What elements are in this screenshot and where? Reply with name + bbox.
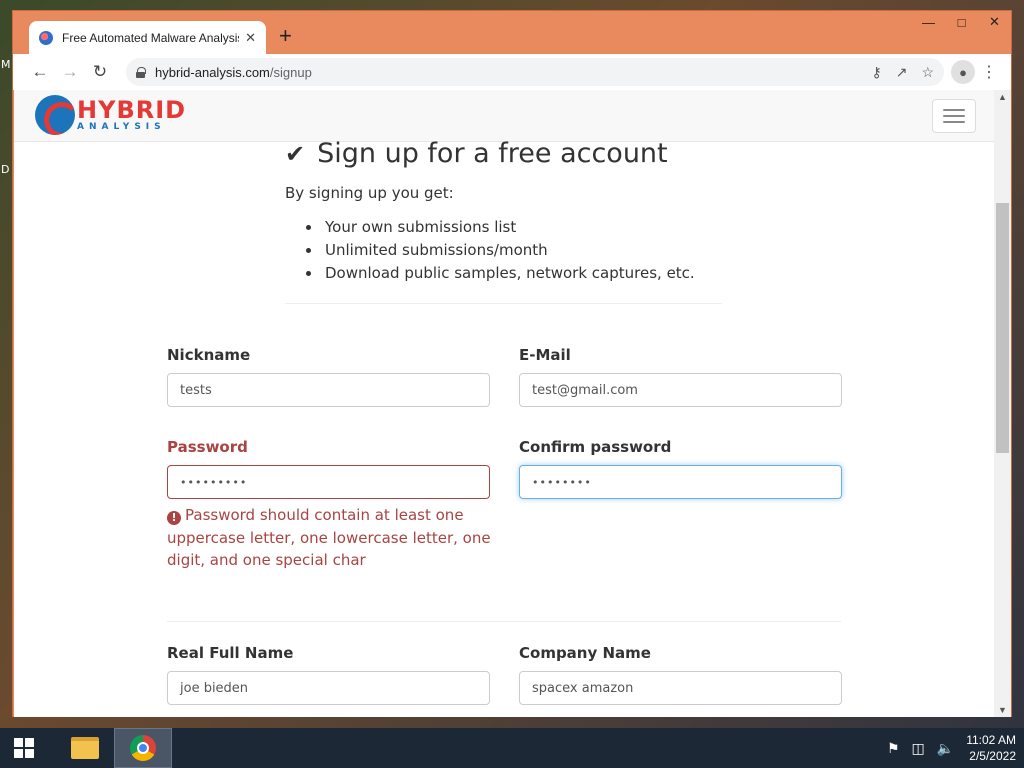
benefits-list: Your own submissions list Unlimited subm…	[304, 216, 695, 285]
real-name-label: Real Full Name	[167, 644, 294, 662]
favicon-icon	[39, 30, 53, 45]
scroll-down-icon[interactable]: ▼	[998, 705, 1007, 715]
password-error-message: ! Password should contain at least one up…	[167, 506, 491, 569]
windows-taskbar: ⚑ ◫ 🔈 11:02 AM 2/5/2022	[0, 728, 1024, 768]
new-tab-icon[interactable]: +	[279, 25, 292, 47]
url-text[interactable]: hybrid-analysis.com/signup	[155, 65, 312, 80]
share-icon[interactable]: ↗	[896, 64, 908, 81]
browser-tab[interactable]: Free Automated Malware Analysis ✕	[29, 21, 266, 54]
page-scrollbar[interactable]: ▲ ▼	[994, 90, 1011, 717]
site-navbar: HYBRID ANALYSIS	[14, 90, 994, 142]
forward-arrow-icon[interactable]: →	[55, 57, 85, 87]
logo-subtitle: ANALYSIS	[77, 122, 166, 132]
company-name-input[interactable]: spacex amazon	[519, 671, 842, 705]
desktop-edge-text: D	[1, 163, 10, 176]
email-input[interactable]: test@gmail.com	[519, 373, 842, 407]
password-input[interactable]: •••••••••	[167, 465, 490, 499]
scrollbar-thumb[interactable]	[996, 203, 1009, 453]
clock-date: 2/5/2022	[969, 749, 1016, 763]
browser-window: — □ ✕ Free Automated Malware Analysis ✕ …	[12, 10, 1012, 717]
lock-icon[interactable]	[136, 66, 146, 78]
bookmark-star-icon[interactable]: ☆	[921, 64, 934, 81]
scroll-up-icon[interactable]: ▲	[998, 92, 1007, 102]
divider	[285, 303, 722, 304]
confirm-password-input[interactable]: ••••••••	[519, 465, 842, 499]
clock-time: 11:02 AM	[966, 733, 1016, 747]
start-button[interactable]	[0, 728, 48, 768]
file-explorer-button[interactable]	[56, 728, 114, 768]
network-icon[interactable]: ◫	[912, 740, 925, 757]
chrome-taskbar-button[interactable]	[114, 728, 172, 768]
action-center-flag-icon[interactable]: ⚑	[887, 740, 900, 757]
chrome-icon	[130, 735, 156, 761]
hybrid-analysis-logo[interactable]: HYBRID ANALYSIS	[35, 95, 186, 135]
company-name-label: Company Name	[519, 644, 651, 662]
taskbar-clock[interactable]: 11:02 AM 2/5/2022	[966, 732, 1016, 764]
browser-menu-icon[interactable]: ⋮	[979, 58, 999, 86]
key-icon[interactable]: ⚷	[871, 64, 881, 81]
nickname-label: Nickname	[167, 346, 251, 364]
desktop-edge-text: M	[1, 58, 11, 71]
window-controls: — □ ✕	[912, 11, 1011, 33]
address-bar[interactable]: hybrid-analysis.com/signup ⚷ ↗ ☆	[126, 58, 944, 86]
back-arrow-icon[interactable]: ←	[25, 57, 55, 87]
tab-title: Free Automated Malware Analysis	[62, 30, 240, 45]
page-title: ✔ Sign up for a free account	[285, 138, 668, 169]
maximize-icon[interactable]: □	[945, 11, 978, 33]
tab-close-icon[interactable]: ✕	[245, 30, 256, 46]
logo-word: HYBRID	[77, 96, 187, 124]
profile-avatar-icon[interactable]: ●	[951, 60, 975, 84]
nickname-input[interactable]: tests	[167, 373, 490, 407]
system-tray: ⚑ ◫ 🔈 11:02 AM 2/5/2022	[887, 728, 1016, 768]
logo-mark-icon	[35, 95, 75, 135]
signup-intro: By signing up you get:	[285, 184, 454, 202]
browser-toolbar: ← → ↻ hybrid-analysis.com/signup ⚷ ↗ ☆ ●…	[13, 54, 1011, 90]
password-label: Password	[167, 438, 248, 456]
divider	[167, 621, 841, 622]
email-label: E-Mail	[519, 346, 571, 364]
page-viewport: HYBRID ANALYSIS ✔ Sign up for a free acc…	[14, 90, 1011, 717]
minimize-icon[interactable]: —	[912, 11, 945, 33]
reload-icon[interactable]: ↻	[85, 57, 115, 87]
list-item: Unlimited submissions/month	[304, 239, 695, 262]
close-icon[interactable]: ✕	[978, 11, 1011, 33]
exclamation-circle-icon: !	[167, 511, 181, 525]
list-item: Download public samples, network capture…	[304, 262, 695, 285]
folder-icon	[71, 737, 99, 759]
hamburger-menu-icon[interactable]	[932, 99, 976, 133]
list-item: Your own submissions list	[304, 216, 695, 239]
volume-muted-icon[interactable]: 🔈	[937, 740, 954, 757]
real-name-input[interactable]: joe bieden	[167, 671, 490, 705]
confirm-password-label: Confirm password	[519, 438, 672, 456]
checkmark-icon: ✔	[285, 139, 306, 168]
windows-logo-icon	[14, 738, 34, 758]
